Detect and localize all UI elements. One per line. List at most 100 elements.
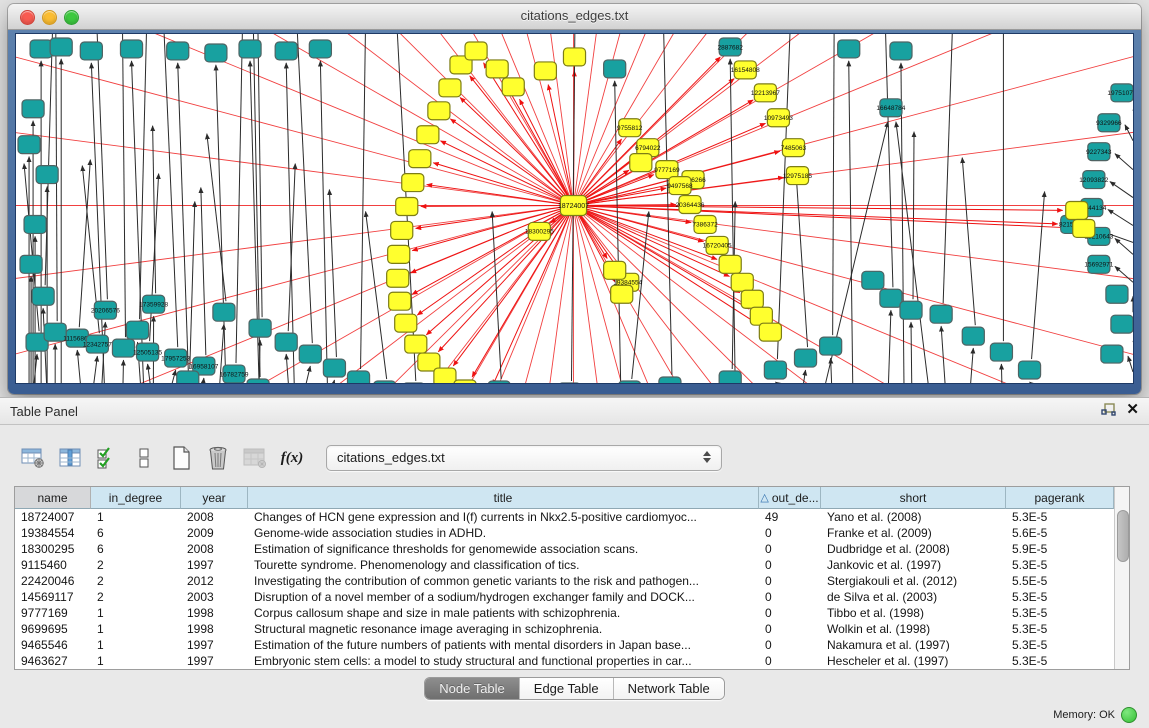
- graph-node[interactable]: [439, 79, 461, 97]
- graph-node[interactable]: [275, 333, 297, 351]
- graph-node[interactable]: 12975185: [783, 167, 812, 185]
- table-selector-dropdown[interactable]: citations_edges.txt: [326, 445, 722, 471]
- graph-node[interactable]: [309, 40, 331, 58]
- graph-node[interactable]: 9755812: [617, 119, 643, 137]
- graph-node[interactable]: [930, 305, 952, 323]
- graph-node[interactable]: 9227343: [1086, 143, 1112, 161]
- graph-node[interactable]: [20, 255, 42, 273]
- show-columns-icon[interactable]: [55, 443, 85, 473]
- graph-node[interactable]: [247, 379, 269, 383]
- graph-node[interactable]: 9497568: [667, 177, 693, 195]
- graph-node[interactable]: 12342757: [83, 335, 112, 353]
- graph-node[interactable]: [22, 100, 44, 118]
- graph-node[interactable]: [391, 221, 413, 239]
- graph-node[interactable]: [488, 381, 510, 383]
- table-row[interactable]: 1830029562008Estimation of significance …: [15, 541, 1114, 557]
- graph-node[interactable]: [563, 48, 585, 66]
- table-row[interactable]: 1456911722003Disruption of a novel membe…: [15, 589, 1114, 605]
- network-graph-svg[interactable]: 2887682111568692020657617359928123427571…: [16, 34, 1133, 383]
- graph-node[interactable]: 18724007: [558, 196, 589, 216]
- graph-node[interactable]: [1106, 285, 1128, 303]
- vertical-scrollbar[interactable]: [1114, 487, 1129, 669]
- column-header-out_degree[interactable]: △out_de...: [759, 487, 821, 509]
- graph-node[interactable]: [167, 42, 189, 60]
- table-row[interactable]: 969969511998Structural magnetic resonanc…: [15, 621, 1114, 637]
- graph-node[interactable]: [962, 327, 984, 345]
- graph-node[interactable]: [275, 42, 297, 60]
- graph-node[interactable]: [611, 285, 633, 303]
- graph-node[interactable]: [1101, 345, 1123, 363]
- graph-node[interactable]: 9777169: [654, 161, 680, 179]
- graph-node[interactable]: [428, 102, 450, 120]
- table-row[interactable]: 946554611997Estimation of the future num…: [15, 637, 1114, 653]
- graph-node[interactable]: [890, 42, 912, 60]
- tab-node-table[interactable]: Node Table: [425, 678, 520, 699]
- graph-node[interactable]: 17957253: [161, 349, 190, 367]
- graph-node[interactable]: 12213967: [751, 84, 780, 102]
- graph-node[interactable]: 19751074: [1107, 84, 1133, 102]
- scrollbar-thumb[interactable]: [1117, 510, 1129, 562]
- graph-node[interactable]: [750, 307, 772, 325]
- graph-node[interactable]: 2887682: [717, 38, 743, 56]
- column-header-year[interactable]: year: [181, 487, 248, 509]
- graph-node[interactable]: [604, 60, 626, 78]
- graph-node[interactable]: 12505135: [133, 343, 162, 361]
- graph-node[interactable]: 15692971: [1084, 255, 1113, 273]
- graph-node[interactable]: [395, 314, 417, 332]
- graph-node[interactable]: [120, 40, 142, 58]
- graph-node[interactable]: [347, 371, 369, 383]
- graph-node[interactable]: [534, 62, 556, 80]
- graph-node[interactable]: [659, 377, 681, 383]
- graph-node[interactable]: [405, 335, 427, 353]
- graph-node[interactable]: 16648784: [876, 99, 905, 117]
- graph-node[interactable]: [417, 126, 439, 144]
- column-header-in_degree[interactable]: in_degree: [91, 487, 181, 509]
- graph-node[interactable]: [862, 271, 884, 289]
- graph-node[interactable]: [299, 345, 321, 363]
- network-canvas[interactable]: 2887682111568692020657617359928123427571…: [15, 33, 1134, 384]
- column-header-short[interactable]: short: [821, 487, 1006, 509]
- graph-node[interactable]: 7485063: [781, 139, 807, 157]
- table-row[interactable]: 911546021997Tourette syndrome. Phenomeno…: [15, 557, 1114, 573]
- graph-node[interactable]: [30, 40, 52, 58]
- graph-node[interactable]: 7386372: [692, 215, 718, 233]
- graph-node[interactable]: [630, 154, 652, 172]
- graph-node[interactable]: [396, 198, 418, 216]
- tab-edge-table[interactable]: Edge Table: [520, 678, 614, 699]
- graph-node[interactable]: [389, 292, 411, 310]
- graph-node[interactable]: [465, 42, 487, 60]
- table-row[interactable]: 1872400712008Changes of HCN gene express…: [15, 509, 1114, 525]
- new-column-icon[interactable]: [166, 443, 196, 473]
- graph-node[interactable]: [502, 78, 524, 96]
- float-panel-icon[interactable]: [1101, 403, 1116, 417]
- graph-node[interactable]: 18300295: [525, 222, 554, 240]
- graph-node[interactable]: 9329966: [1096, 114, 1122, 132]
- close-panel-icon[interactable]: ✕: [1126, 402, 1139, 418]
- graph-node[interactable]: [112, 339, 134, 357]
- graph-node[interactable]: [741, 290, 763, 308]
- graph-node[interactable]: [388, 245, 410, 263]
- column-header-name[interactable]: name: [15, 487, 91, 509]
- unselect-all-columns-icon[interactable]: [129, 443, 159, 473]
- graph-node[interactable]: 16720405: [703, 236, 732, 254]
- graph-node[interactable]: [409, 150, 431, 168]
- graph-node[interactable]: [18, 136, 40, 154]
- table-row[interactable]: 977716911998Corpus callosum shape and si…: [15, 605, 1114, 621]
- graph-node[interactable]: [619, 381, 641, 383]
- graph-node[interactable]: [402, 174, 424, 192]
- table-options-icon[interactable]: [18, 443, 48, 473]
- graph-node[interactable]: 10973493: [764, 109, 793, 127]
- graph-node[interactable]: [759, 323, 781, 341]
- graph-node[interactable]: [1111, 315, 1133, 333]
- graph-node[interactable]: [24, 215, 46, 233]
- graph-node[interactable]: [820, 337, 842, 355]
- graph-node[interactable]: [880, 289, 902, 307]
- graph-node[interactable]: [1066, 202, 1088, 220]
- graph-node[interactable]: [731, 273, 753, 291]
- table-row[interactable]: 2242004622012Investigating the contribut…: [15, 573, 1114, 589]
- graph-node[interactable]: [374, 381, 396, 383]
- graph-node[interactable]: [764, 361, 786, 379]
- graph-node[interactable]: 17359928: [139, 295, 168, 313]
- graph-node[interactable]: [32, 287, 54, 305]
- graph-node[interactable]: [719, 255, 741, 273]
